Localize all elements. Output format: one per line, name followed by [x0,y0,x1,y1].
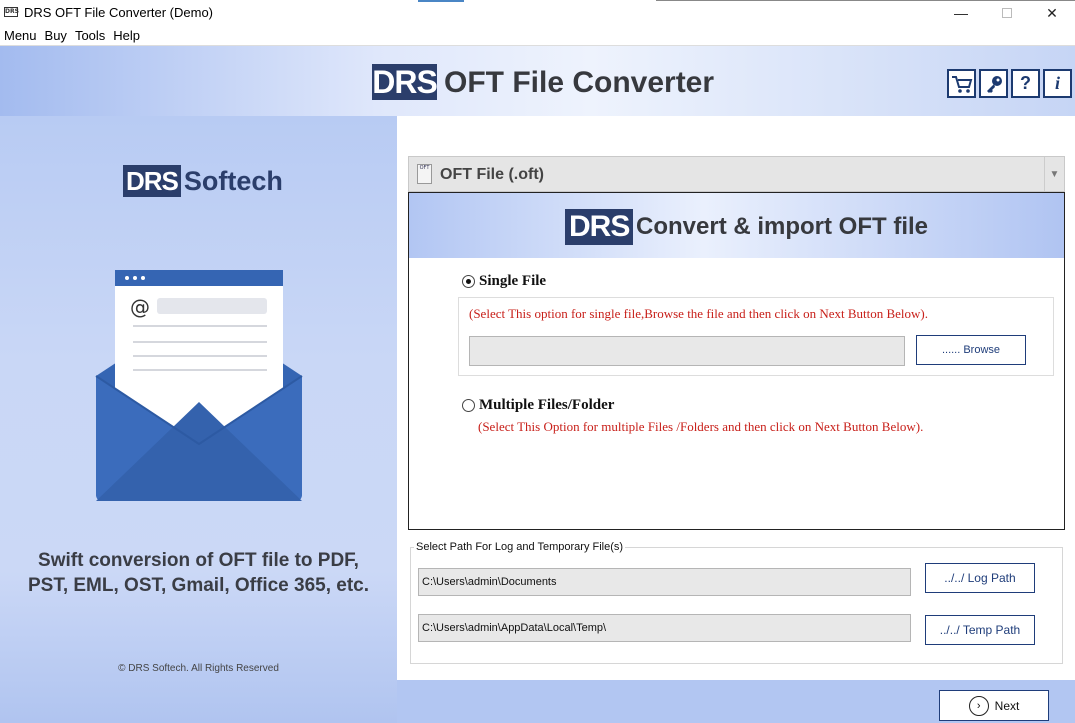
app-icon: DRS [4,7,19,17]
help-icon[interactable]: ? [1011,69,1040,98]
temp-path-button[interactable]: ../../ Temp Path [925,615,1035,645]
single-file-hint: (Select This option for single file,Brow… [469,306,928,321]
tagline-line-1: Swift conversion of OFT file to PDF, [38,550,359,571]
company-logo: DRS Softech [123,165,283,197]
multiple-files-label: Multiple Files/Folder [479,397,615,413]
svg-text:@: @ [130,295,150,319]
multiple-files-hint: (Select This Option for multiple Files /… [478,419,924,434]
single-file-path-input[interactable] [469,336,905,366]
file-type-selected: OFT File (.oft) [440,166,544,183]
company-logo-name: Softech [183,165,283,196]
window-title: DRS OFT File Converter (Demo) [24,5,214,20]
menu-item-tools[interactable]: Tools [75,26,109,45]
header-toolbar: ? i [947,69,1072,98]
single-file-label: Single File [479,273,547,289]
title-bar: DRS DRS OFT File Converter (Demo) — ✕ [0,0,1075,26]
log-path-button[interactable]: ../../ Log Path [925,563,1035,593]
menu-item-buy[interactable]: Buy [45,26,71,45]
company-logo-badge: DRS [123,165,181,197]
radio-selected-icon [462,275,475,288]
maximize-button[interactable] [984,0,1030,26]
box-brand-badge: DRS [565,209,634,245]
next-button-label: Next [994,698,1020,713]
app-title: OFT File Converter [444,66,715,99]
paths-group-legend: Select Path For Log and Temporary File(s… [414,541,626,553]
menu-bar: Menu Buy Tools Help [0,26,1075,46]
maximize-icon [1002,8,1012,18]
copyright-text: © DRS Softech. All Rights Reserved [118,663,279,674]
cart-icon-glyph [951,75,972,93]
minimize-button[interactable]: — [938,0,984,26]
single-file-radio[interactable]: Single File [462,273,546,290]
radio-unselected-icon [462,399,475,412]
log-path-input[interactable]: C:\Users\admin\Documents [418,568,911,596]
next-button[interactable]: › Next [939,690,1049,721]
product-tagline: Swift conversion of OFT file to PDF, PST… [20,548,377,598]
next-arrow-icon: › [968,695,989,716]
chevron-down-icon[interactable]: ▼ [1044,157,1064,191]
close-button[interactable]: ✕ [1029,0,1075,26]
oft-file-icon: OFT [417,164,432,184]
tagline-line-2: PST, EML, OST, Gmail, Office 365, etc. [27,575,370,596]
menu-item-menu[interactable]: Menu [4,26,41,45]
temp-path-input[interactable]: C:\Users\admin\AppData\Local\Temp\ [418,614,911,642]
browse-button[interactable]: ...... Browse [916,335,1026,365]
box-title: Convert & import OFT file [636,213,929,240]
menu-item-help[interactable]: Help [113,26,144,45]
file-type-select[interactable]: OFT OFT File (.oft) ▼ [408,156,1065,192]
multiple-files-radio[interactable]: Multiple Files/Folder [462,397,614,414]
header-brand-badge: DRS [372,64,438,100]
info-icon[interactable]: i [1043,69,1072,98]
title-bar-accent [418,0,464,2]
key-icon-glyph [986,75,1002,93]
key-icon[interactable] [979,69,1008,98]
cart-icon[interactable] [947,69,976,98]
email-envelope-illustration: @ [95,270,303,501]
